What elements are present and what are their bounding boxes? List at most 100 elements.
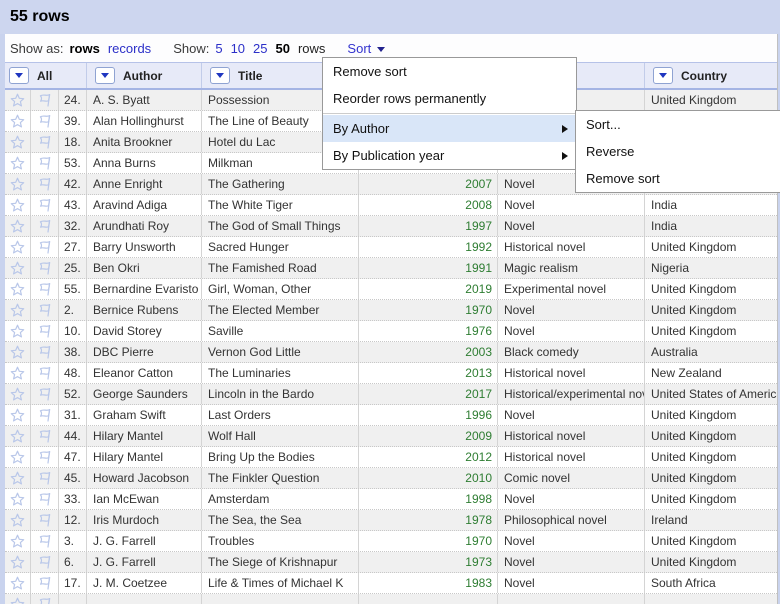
row-flag-button[interactable]: [30, 384, 58, 404]
row-star-button[interactable]: [5, 426, 30, 446]
column-menu-button-country[interactable]: [653, 67, 673, 84]
row-star-button[interactable]: [5, 342, 30, 362]
row-title: The Finkler Question: [201, 468, 358, 488]
sort-submenu-item[interactable]: Reverse: [576, 138, 780, 165]
flag-icon: [39, 346, 50, 359]
column-menu-button-all[interactable]: [9, 67, 29, 84]
row-title: Girl, Woman, Other: [201, 279, 358, 299]
row-flag-button[interactable]: [30, 153, 58, 173]
results-title-bar: 55 rows: [0, 0, 780, 34]
table-row: 32. Arundhati Roy The God of Small Things 1…: [5, 216, 777, 237]
row-star-button[interactable]: [5, 216, 30, 236]
row-country: Australia: [644, 342, 777, 362]
row-flag-button[interactable]: [30, 258, 58, 278]
row-flag-button[interactable]: [30, 174, 58, 194]
row-star-button[interactable]: [5, 489, 30, 509]
row-year: 2003: [358, 342, 497, 362]
row-title: The White Tiger: [201, 195, 358, 215]
row-flag-button[interactable]: [30, 90, 58, 110]
row-genre: Historical novel: [497, 237, 644, 257]
page-size-50-selected[interactable]: 50: [276, 41, 290, 56]
column-menu-button-author[interactable]: [95, 67, 115, 84]
row-star-button[interactable]: [5, 510, 30, 530]
row-flag-button[interactable]: [30, 132, 58, 152]
row-star-button[interactable]: [5, 573, 30, 593]
row-flag-button[interactable]: [30, 594, 58, 604]
row-country: United Kingdom: [644, 468, 777, 488]
sort-submenu-item[interactable]: Remove sort: [576, 165, 780, 192]
page-size-25-link[interactable]: 25: [253, 41, 267, 56]
row-star-button[interactable]: [5, 153, 30, 173]
sort-dropdown-button[interactable]: Sort: [347, 41, 386, 56]
flag-icon: [39, 304, 50, 317]
row-flag-button[interactable]: [30, 510, 58, 530]
show-as-rows-option[interactable]: rows: [69, 41, 99, 56]
page-size-5-link[interactable]: 5: [215, 41, 222, 56]
row-year: 1970: [358, 531, 497, 551]
row-flag-button[interactable]: [30, 531, 58, 551]
row-star-button[interactable]: [5, 321, 30, 341]
row-star-button[interactable]: [5, 258, 30, 278]
row-flag-button[interactable]: [30, 237, 58, 257]
row-year: 1976: [358, 321, 497, 341]
star-icon: [10, 324, 25, 337]
row-title: The Elected Member: [201, 300, 358, 320]
sort-menu-item[interactable]: Reorder rows permanently: [323, 85, 576, 112]
row-flag-button[interactable]: [30, 426, 58, 446]
menu-item-label: Reorder rows permanently: [333, 91, 487, 106]
row-flag-button[interactable]: [30, 342, 58, 362]
column-menu-button-title[interactable]: [210, 67, 230, 84]
row-star-button[interactable]: [5, 363, 30, 383]
row-star-button[interactable]: [5, 384, 30, 404]
row-star-button[interactable]: [5, 531, 30, 551]
row-author: Alan Hollinghurst: [86, 111, 201, 131]
row-flag-button[interactable]: [30, 300, 58, 320]
row-author: Ian McEwan: [86, 489, 201, 509]
row-star-button[interactable]: [5, 447, 30, 467]
row-author: DBC Pierre: [86, 342, 201, 362]
row-number: 17.: [58, 573, 86, 593]
row-star-button[interactable]: [5, 468, 30, 488]
row-flag-button[interactable]: [30, 363, 58, 383]
flag-icon: [39, 220, 50, 233]
row-star-button[interactable]: [5, 405, 30, 425]
row-star-button[interactable]: [5, 174, 30, 194]
row-flag-button[interactable]: [30, 405, 58, 425]
row-star-button[interactable]: [5, 594, 30, 604]
row-flag-button[interactable]: [30, 279, 58, 299]
row-country: Nigeria: [644, 258, 777, 278]
row-star-button[interactable]: [5, 552, 30, 572]
row-star-button[interactable]: [5, 111, 30, 131]
row-title: The God of Small Things: [201, 216, 358, 236]
flag-icon: [39, 283, 50, 296]
column-label-author: Author: [123, 68, 163, 83]
row-flag-button[interactable]: [30, 111, 58, 131]
row-star-button[interactable]: [5, 237, 30, 257]
row-flag-button[interactable]: [30, 216, 58, 236]
row-year: 2013: [358, 363, 497, 383]
show-as-records-option[interactable]: records: [108, 41, 151, 56]
row-star-button[interactable]: [5, 90, 30, 110]
row-flag-button[interactable]: [30, 489, 58, 509]
row-flag-button[interactable]: [30, 552, 58, 572]
row-flag-button[interactable]: [30, 195, 58, 215]
star-icon: [10, 492, 25, 505]
row-flag-button[interactable]: [30, 573, 58, 593]
dropdown-triangle-icon: [659, 73, 667, 78]
sort-menu-item[interactable]: By Publication year: [323, 142, 576, 169]
row-genre: Black comedy: [497, 342, 644, 362]
row-flag-button[interactable]: [30, 468, 58, 488]
sort-menu-item[interactable]: Remove sort: [323, 58, 576, 85]
row-flag-button[interactable]: [30, 321, 58, 341]
row-star-button[interactable]: [5, 300, 30, 320]
row-flag-button[interactable]: [30, 447, 58, 467]
row-year: 1983: [358, 573, 497, 593]
row-star-button[interactable]: [5, 195, 30, 215]
page-size-10-link[interactable]: 10: [231, 41, 245, 56]
sort-menu-item[interactable]: By Author: [323, 115, 576, 142]
row-author: Anna Burns: [86, 153, 201, 173]
sort-submenu-item[interactable]: Sort...: [576, 111, 780, 138]
row-star-button[interactable]: [5, 132, 30, 152]
row-star-button[interactable]: [5, 279, 30, 299]
row-number: 52.: [58, 384, 86, 404]
